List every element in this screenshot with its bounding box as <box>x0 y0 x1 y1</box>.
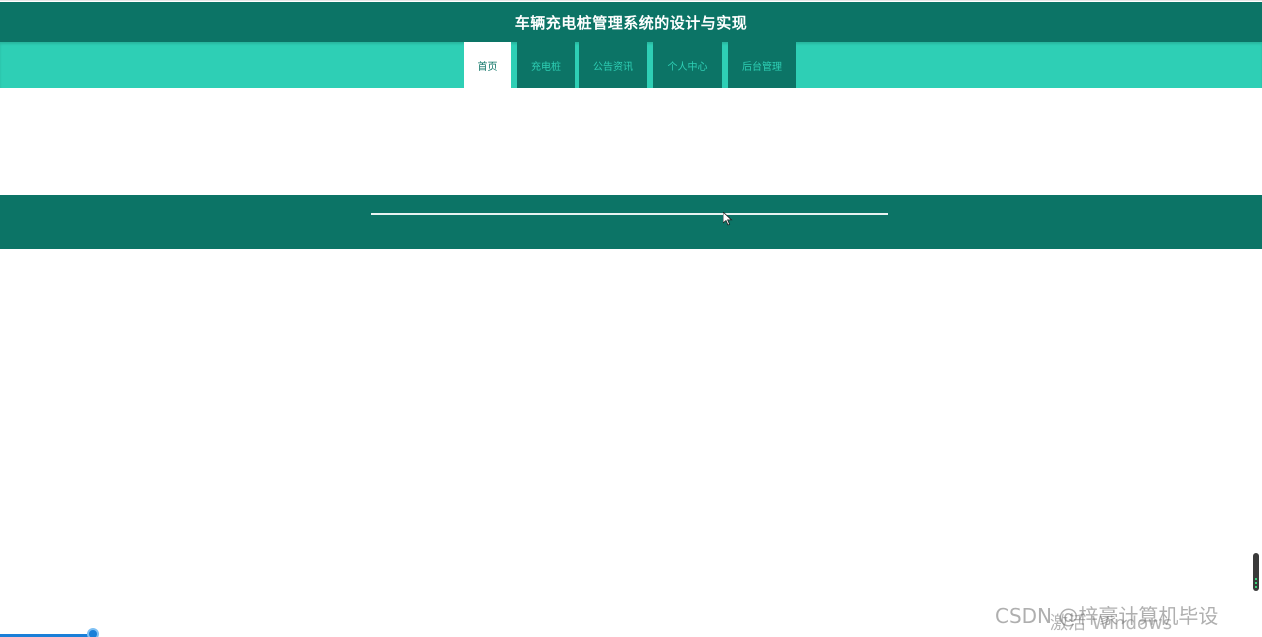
banner-divider-line <box>371 213 888 215</box>
nav-item-label: 后台管理 <box>742 61 782 73</box>
scrollbar-grip-dot <box>1255 582 1257 584</box>
nav-item-personal-center[interactable]: 个人中心 <box>653 42 722 88</box>
nav-item-label: 个人中心 <box>667 61 708 73</box>
nav-item-label: 公告资讯 <box>593 61 633 73</box>
scrollbar-grip-dot <box>1255 578 1257 580</box>
csdn-watermark: CSDN @梓豪计算机毕设 <box>995 604 1219 628</box>
progress-handle[interactable] <box>87 628 99 637</box>
banner-band <box>0 195 1262 249</box>
empty-area <box>0 88 1262 195</box>
main-content <box>0 249 1262 637</box>
nav-item-charging-pile[interactable]: 充电桩 <box>517 42 575 88</box>
nav-item-admin[interactable]: 后台管理 <box>728 42 796 88</box>
scrollbar-grip-dot <box>1255 586 1257 588</box>
site-title: 车辆充电桩管理系统的设计与实现 <box>514 13 748 32</box>
nav-item-home[interactable]: 首页 <box>464 42 511 88</box>
window-top-border <box>0 0 1262 1</box>
site-header: 车辆充电桩管理系统的设计与实现 <box>0 2 1262 42</box>
nav-item-label: 充电桩 <box>531 61 561 73</box>
nav-item-label: 首页 <box>477 61 498 73</box>
mouse-pointer-icon <box>723 212 733 226</box>
nav-item-announcements[interactable]: 公告资讯 <box>579 42 647 88</box>
app-window: 车辆充电桩管理系统的设计与实现 首页 充电桩 公告资讯 个人中心 后台管理 激活… <box>0 0 1262 637</box>
main-nav: 首页 充电桩 公告资讯 个人中心 后台管理 <box>0 42 1262 88</box>
